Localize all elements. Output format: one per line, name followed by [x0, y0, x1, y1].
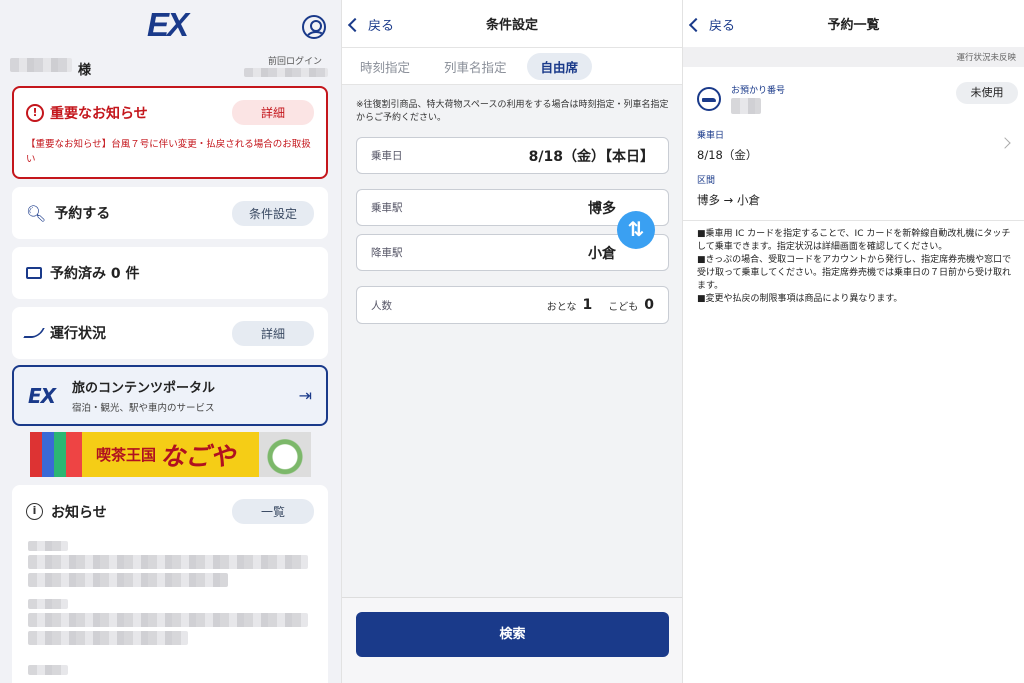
bottom-bar: 検索 — [342, 597, 682, 683]
divider — [683, 220, 1024, 221]
notice-item-redacted[interactable] — [28, 573, 228, 587]
banner-dessert-image — [259, 432, 311, 477]
back-button[interactable]: 戻る — [688, 15, 736, 34]
adult-count: 1 — [582, 297, 593, 313]
section-label: 区間 — [697, 176, 716, 186]
tab-time[interactable]: 時刻指定 — [360, 57, 410, 76]
booking-number-label: お預かり番号 — [731, 86, 786, 96]
booking-type-tabs: 時刻指定 列車名指定 自由席 — [342, 47, 682, 85]
shinkansen-icon — [697, 87, 721, 111]
route-value: 博多 → 小倉 — [697, 193, 760, 207]
ride-date-value: 8/18（金） — [697, 148, 758, 162]
promo-banner[interactable]: 喫茶王国 なごや — [30, 432, 311, 477]
nav-bar: 戻る 予約一覧 — [683, 0, 1024, 47]
last-login-label: 前回ログイン — [268, 57, 323, 67]
adult-label: おとな — [546, 301, 577, 313]
content-portal-card[interactable]: EX 旅のコンテンツポータル 宿泊・観光、駅や車内のサービス ⇥ — [12, 365, 328, 426]
portal-title: 旅のコンテンツポータル — [72, 381, 216, 396]
tab-train-name[interactable]: 列車名指定 — [444, 57, 507, 76]
important-notice-card: ! 重要なお知らせ 詳細 【重要なお知らせ】台風７号に伴い変更・払戻される場合の… — [12, 86, 328, 179]
date-field[interactable]: 乗車日 8/18（金）【本日】 — [356, 137, 669, 174]
ex-logo: EX — [147, 6, 189, 43]
user-name-redacted — [10, 58, 72, 72]
important-notice-body[interactable]: 【重要なお知らせ】台風７号に伴い変更・払戻される場合のお取扱い — [14, 125, 326, 167]
notices-card: i お知らせ 一覧 — [12, 485, 328, 683]
back-label: 戻る — [368, 19, 395, 34]
operation-status-card[interactable]: 運行状況 詳細 — [12, 307, 328, 359]
chevron-right-icon — [999, 137, 1011, 149]
exclamation-icon: ! — [26, 103, 44, 122]
search-button[interactable]: 検索 — [356, 612, 669, 657]
arrival-label: 降車駅 — [371, 247, 403, 259]
portal-subtitle: 宿泊・観光、駅や車内のサービス — [72, 403, 215, 414]
note-item: ■乗車用 IC カードを指定することで、IC カードを新幹線自動改札機にタッチし… — [697, 229, 1011, 252]
reserved-card[interactable]: 予約済み 0 件 — [12, 247, 328, 299]
info-icon: i — [26, 503, 43, 520]
passengers-label: 人数 — [371, 299, 392, 312]
reserved-title: 予約済み 0 件 — [50, 266, 140, 282]
notice-item-redacted[interactable] — [28, 631, 188, 645]
conditions-screen: 戻る 条件設定 時刻指定 列車名指定 自由席 ※往復割引商品、特大荷物スペースの… — [341, 0, 682, 683]
last-login-redacted — [244, 68, 328, 77]
reserve-card[interactable]: 🔍︎ 予約する 条件設定 — [12, 187, 328, 239]
search-icon: 🔍︎ — [26, 203, 47, 223]
banner-drinks-image — [30, 432, 82, 477]
operation-detail-button[interactable]: 詳細 — [232, 320, 314, 346]
tab-non-reserved[interactable]: 自由席 — [526, 52, 593, 80]
notices-title: お知らせ — [51, 504, 107, 521]
condition-settings-button[interactable]: 条件設定 — [232, 200, 314, 226]
note-item: ■変更や払戻の制限事項は商品により異なります。 — [697, 294, 903, 304]
passengers-field[interactable]: 人数 おとな 1 こども 0 — [356, 286, 669, 324]
status-note: 運行状況未反映 — [683, 47, 1024, 67]
date-value: 8/18（金）【本日】 — [528, 148, 654, 165]
page-title: 条件設定 — [485, 18, 538, 33]
portal-ex-logo: EX — [28, 383, 56, 408]
operation-status-title: 運行状況 — [50, 326, 106, 342]
notice-item-redacted[interactable] — [28, 599, 68, 609]
swap-arrows-icon[interactable]: ⇅ — [617, 211, 655, 249]
banner-text-2: なごや — [160, 441, 236, 471]
ticket-icon — [26, 267, 42, 279]
reservations-screen: 戻る 予約一覧 運行状況未反映 お預かり番号 未使用 乗車日 8/18（金） 区… — [682, 0, 1024, 683]
chevron-left-icon — [347, 17, 363, 32]
user-suffix: 様 — [78, 63, 92, 78]
account-icon[interactable] — [302, 15, 326, 39]
booking-number-redacted — [731, 98, 761, 114]
child-label: こども — [608, 301, 639, 313]
back-label: 戻る — [709, 19, 736, 34]
departure-value: 博多 — [588, 200, 616, 217]
back-button[interactable]: 戻る — [347, 15, 395, 34]
booking-note: ※往復割引商品、特大荷物スペースの利用をする場合は時刻指定・列車名指定からご予約… — [356, 100, 669, 123]
notice-item-redacted[interactable] — [28, 665, 68, 675]
notice-item-redacted[interactable] — [28, 555, 308, 569]
banner-text-1: 喫茶王国 — [96, 446, 157, 464]
note-item: ■きっぷの場合、受取コードをアカウントから発行し、指定席券売機や窓口で受け取って… — [697, 255, 1012, 291]
train-icon — [23, 328, 45, 338]
child-count: 0 — [644, 297, 654, 313]
departure-label: 乗車駅 — [371, 202, 403, 214]
reserve-title: 予約する — [54, 206, 111, 222]
arrival-value: 小倉 — [588, 245, 616, 262]
reservation-notes: ■乗車用 IC カードを指定することで、IC カードを新幹線自動改札機にタッチし… — [697, 228, 1019, 306]
notice-detail-button[interactable]: 詳細 — [232, 100, 314, 125]
notices-list-button[interactable]: 一覧 — [232, 499, 314, 524]
important-notice-title: 重要なお知らせ — [50, 105, 148, 122]
date-label: 乗車日 — [371, 150, 403, 162]
notice-item-redacted[interactable] — [28, 541, 68, 551]
notice-item-redacted[interactable] — [28, 613, 308, 627]
status-badge: 未使用 — [956, 82, 1018, 104]
nav-bar: 戻る 条件設定 — [342, 0, 682, 47]
page-title: 予約一覧 — [827, 18, 880, 33]
ride-date-label: 乗車日 — [697, 131, 725, 141]
home-screen: EX 様 前回ログイン ! 重要なお知らせ 詳細 【重要なお知らせ】台風７号に伴… — [0, 0, 341, 683]
chevron-left-icon — [688, 17, 704, 32]
external-link-icon: ⇥ — [298, 386, 312, 405]
